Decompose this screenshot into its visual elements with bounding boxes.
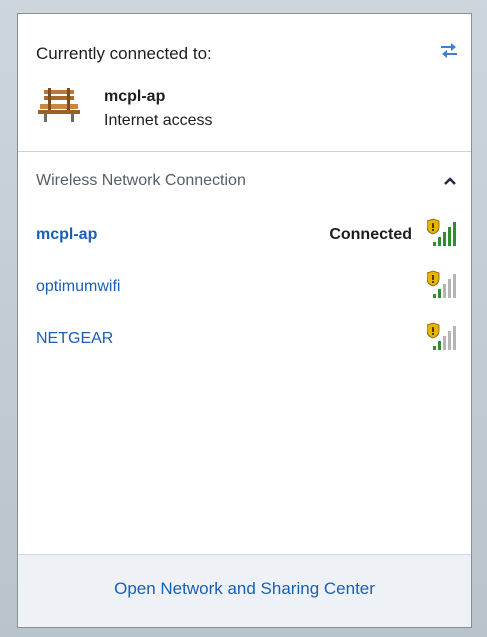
chevron-up-icon[interactable]: [443, 176, 457, 186]
wifi-signal-secured-icon: [427, 270, 456, 298]
network-item-netgear[interactable]: NETGEAR: [18, 320, 471, 358]
network-name: mcpl-ap: [36, 226, 98, 243]
currently-connected-section: Currently connected to: mcpl-ap Internet…: [18, 14, 471, 152]
wireless-section-header[interactable]: Wireless Network Connection: [18, 166, 471, 196]
connected-network-name: mcpl-ap: [104, 88, 166, 105]
open-network-sharing-center-link[interactable]: Open Network and Sharing Center: [18, 579, 471, 599]
network-name: optimumwifi: [36, 278, 121, 295]
bench-icon: [38, 88, 80, 122]
flyout-footer: Open Network and Sharing Center: [18, 554, 471, 627]
connection-status: Internet access: [104, 112, 213, 129]
wifi-signal-secured-icon: [427, 218, 456, 246]
refresh-icon[interactable]: [437, 38, 461, 60]
network-flyout-panel: Currently connected to: mcpl-ap Internet…: [17, 13, 472, 628]
network-connected-status: Connected: [329, 226, 412, 243]
wifi-signal-secured-icon: [427, 322, 456, 350]
connected-title: Currently connected to:: [36, 44, 212, 63]
network-name: NETGEAR: [36, 330, 114, 347]
network-item-mcpl-ap[interactable]: mcpl-ap Connected: [18, 216, 471, 254]
network-item-optimumwifi[interactable]: optimumwifi: [18, 268, 471, 306]
wireless-section-title: Wireless Network Connection: [36, 172, 246, 189]
